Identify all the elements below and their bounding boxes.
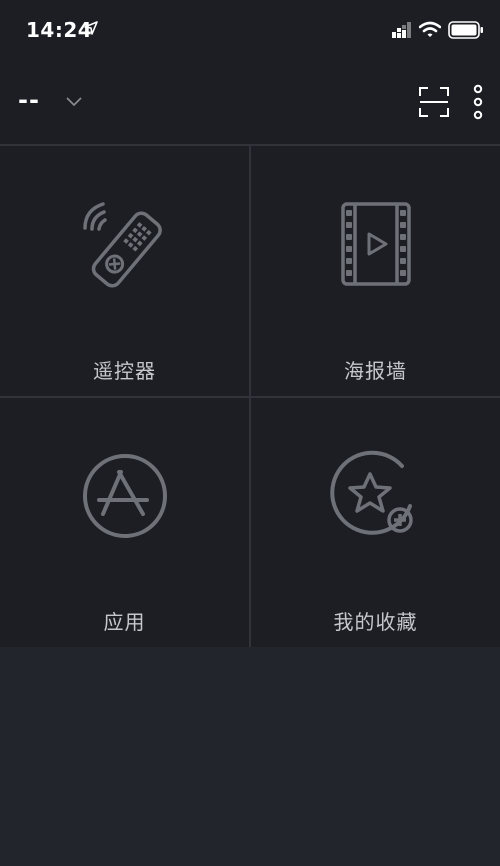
signal-icon (392, 22, 411, 38)
battery-icon (448, 21, 483, 39)
tile-favorites[interactable]: 我的收藏 (251, 398, 500, 647)
chevron-down-icon[interactable] (64, 94, 84, 108)
favorites-star-add-icon (329, 450, 413, 535)
feature-grid: 遥控器 海报墙 应用 我的收藏 (0, 144, 500, 647)
header-bar: -- (0, 60, 500, 144)
film-play-icon (340, 202, 411, 286)
tile-label: 应用 (103, 610, 146, 634)
tile-label: 海报墙 (344, 359, 407, 383)
status-bar: 14:24 (0, 0, 500, 60)
status-time: 14:24 (26, 18, 93, 42)
tile-label: 遥控器 (93, 359, 156, 383)
remote-control-icon (82, 202, 162, 288)
location-arrow-icon (84, 21, 98, 35)
tile-apps[interactable]: 应用 (0, 398, 249, 647)
more-icon[interactable] (468, 84, 488, 120)
tile-remote-control[interactable]: 遥控器 (0, 146, 249, 396)
app-store-icon (82, 454, 167, 538)
wifi-icon (419, 21, 441, 37)
tile-poster-wall[interactable]: 海报墙 (251, 146, 500, 396)
scan-icon[interactable] (418, 86, 450, 118)
device-name[interactable]: -- (18, 86, 40, 114)
tile-label: 我的收藏 (333, 610, 418, 634)
